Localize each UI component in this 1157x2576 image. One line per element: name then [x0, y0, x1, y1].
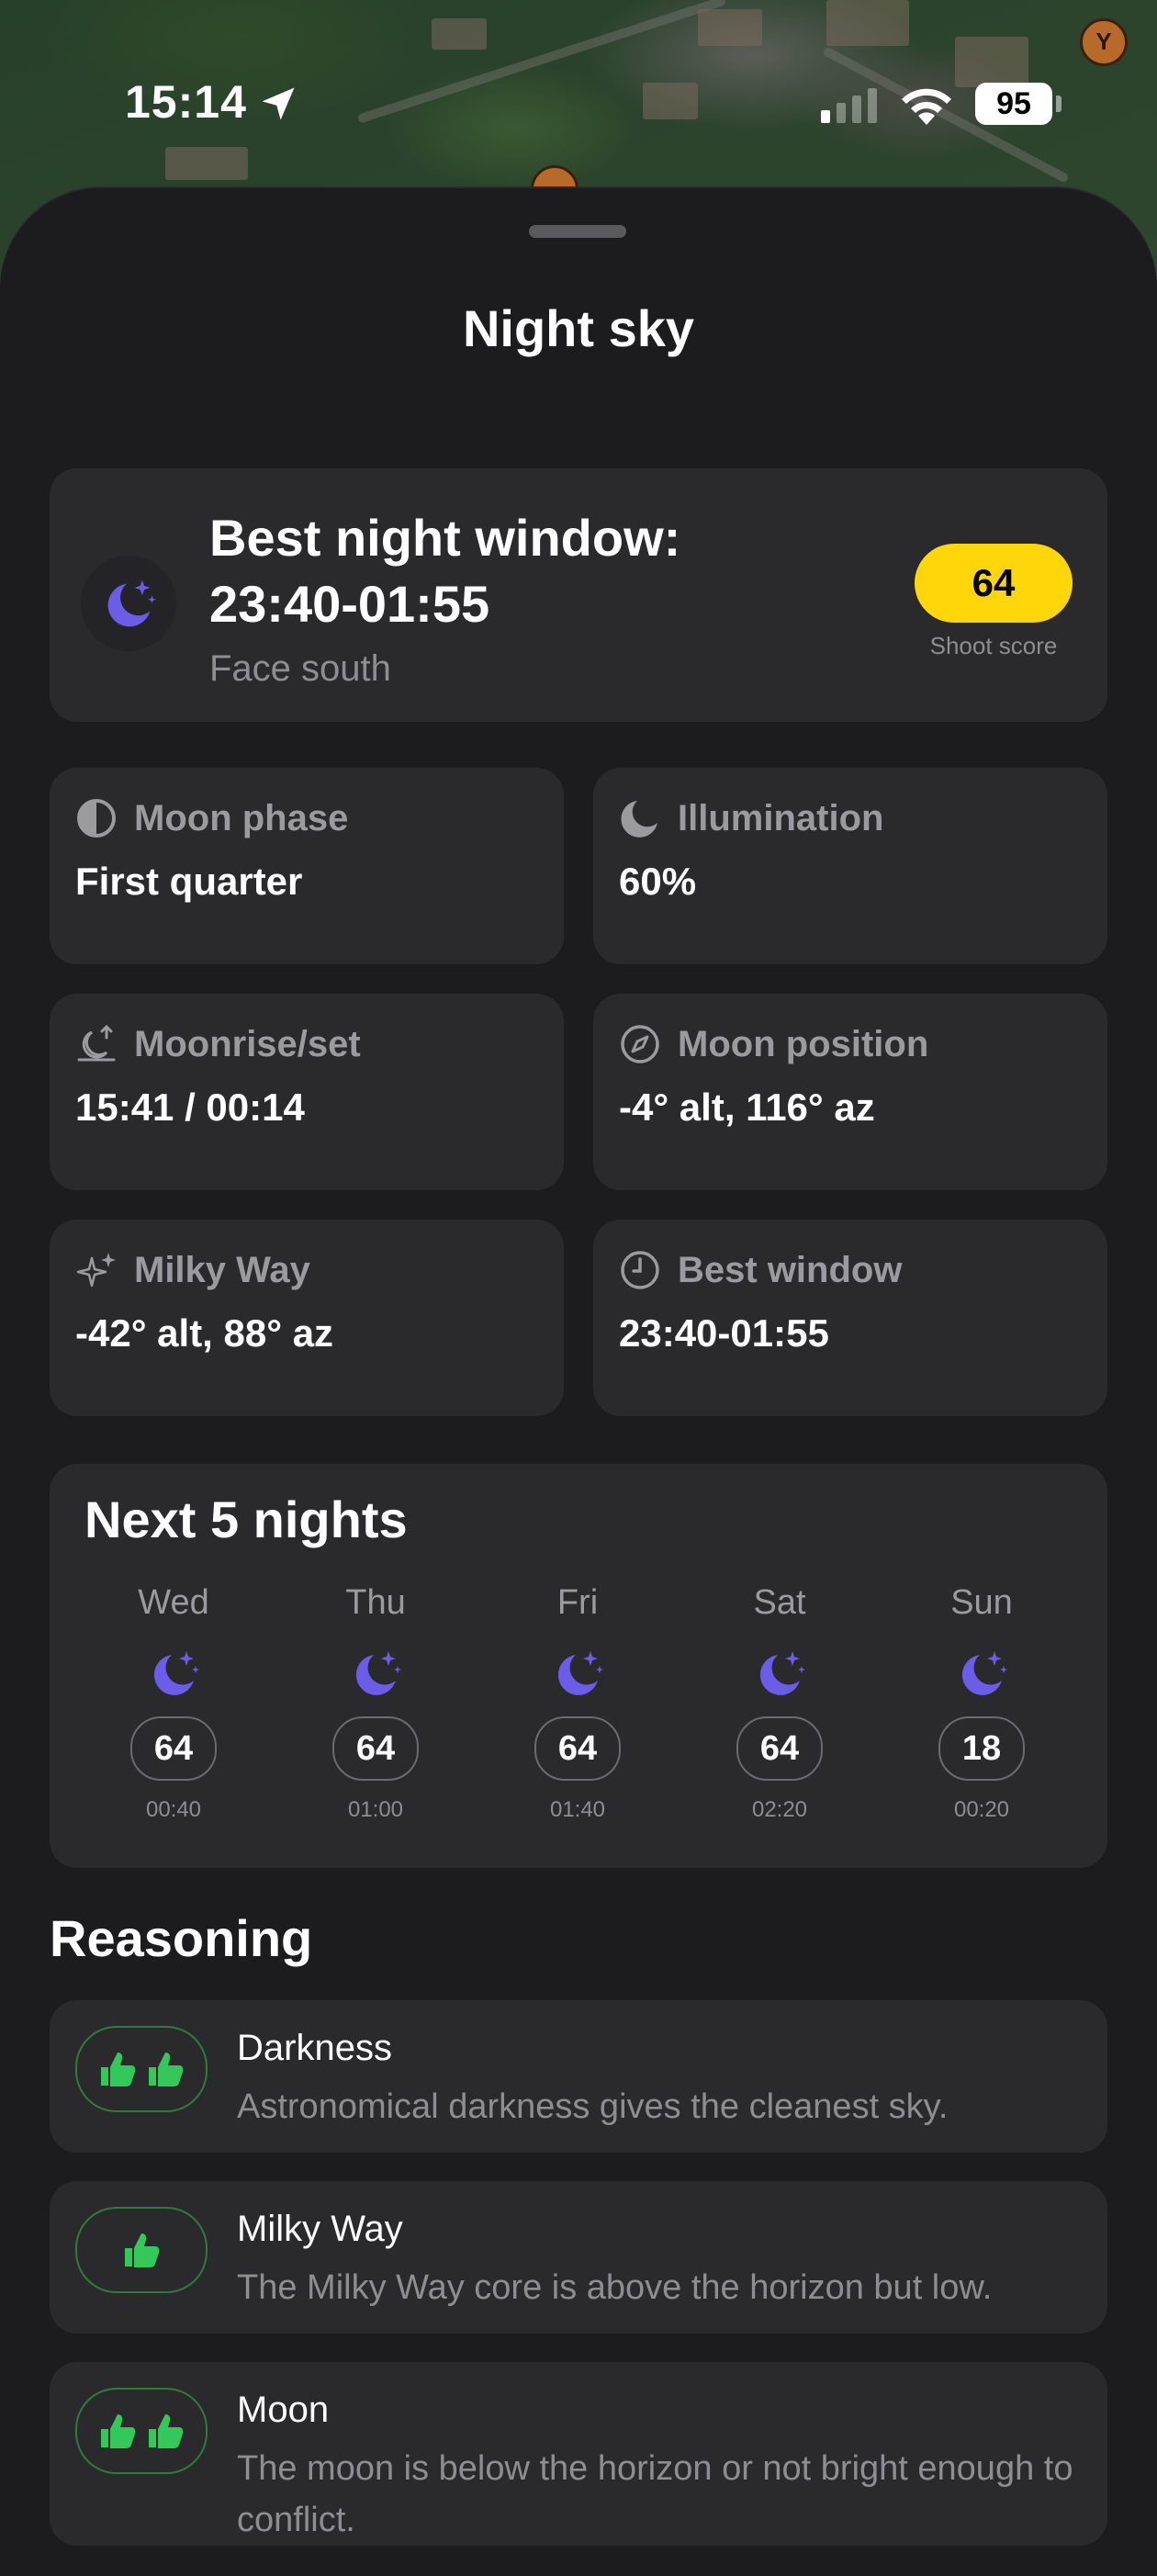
night-forecast-day[interactable]: Thu 64 01:00 — [307, 1583, 444, 1823]
moon-stars-icon — [355, 1651, 401, 1695]
stat-card-best-window[interactable]: Best window 23:40-01:55 — [593, 1220, 1107, 1416]
best-window-time: 23:40-01:55 — [209, 575, 490, 633]
stat-label: Best window — [678, 1249, 903, 1290]
stat-card-moon-phase[interactable]: Moon phase First quarter — [50, 768, 564, 964]
reasoning-item-darkness[interactable]: Darkness Astronomical darkness gives the… — [50, 2000, 1107, 2153]
day-best-time: 02:20 — [751, 1797, 808, 1822]
night-forecast-day[interactable]: Fri 64 01:40 — [509, 1583, 646, 1823]
stat-value: 60% — [619, 860, 697, 903]
day-score-badge: 64 — [534, 1716, 621, 1781]
stat-header: Moonrise/set — [75, 1021, 361, 1067]
best-window-card[interactable]: Best night window: 23:40-01:55 Face sout… — [50, 468, 1107, 722]
stat-header: Illumination — [619, 795, 883, 841]
best-window-title-line1: Best night window: — [209, 509, 681, 567]
stat-card-moonrise-set[interactable]: Moonrise/set 15:41 / 00:14 — [50, 994, 564, 1190]
day-score-badge: 18 — [938, 1716, 1025, 1781]
day-best-time: 01:00 — [347, 1797, 404, 1822]
next-nights-title: Next 5 nights — [84, 1490, 408, 1548]
day-score-badge: 64 — [130, 1716, 217, 1781]
day-score-badge: 64 — [332, 1716, 419, 1781]
best-window-direction: Face south — [209, 648, 391, 689]
thumbs-up-icon — [101, 2414, 136, 2448]
reasoning-item-description: The Milky Way core is above the horizon … — [237, 2268, 993, 2307]
stat-label: Moon position — [678, 1023, 929, 1064]
stat-value: First quarter — [75, 860, 303, 903]
thumbs-up-single-badge — [75, 2207, 208, 2293]
day-name: Sun — [950, 1583, 1013, 1622]
night-forecast-day[interactable]: Sat 64 02:20 — [711, 1583, 848, 1823]
stat-value: 15:41 / 00:14 — [75, 1086, 305, 1129]
day-best-time: 00:40 — [145, 1797, 202, 1822]
stat-header: Milky Way — [75, 1247, 310, 1293]
next-nights-card: Next 5 nights Wed 64 00:40 Thu 64 01:00 … — [50, 1464, 1107, 1868]
reasoning-item-description: Astronomical darkness gives the cleanest… — [237, 2087, 949, 2126]
status-time: 15:14 — [125, 76, 247, 128]
battery-indicator: 95 — [975, 83, 1052, 125]
thumbs-up-icon — [125, 2233, 160, 2267]
stat-card-milky-way[interactable]: Milky Way -42° alt, 88° az — [50, 1220, 564, 1416]
thumbs-up-icon — [149, 2053, 184, 2087]
stat-value: -4° alt, 116° az — [619, 1086, 875, 1129]
moon-stars-icon — [557, 1651, 603, 1695]
moon-stars-icon — [81, 556, 176, 651]
reasoning-item-title: Milky Way — [237, 2209, 403, 2249]
wifi-icon — [902, 88, 951, 125]
stat-card-moon-position[interactable]: Moon position -4° alt, 116° az — [593, 994, 1107, 1190]
day-score-badge: 64 — [736, 1716, 823, 1781]
stat-label: Illumination — [678, 797, 884, 838]
stat-header: Best window — [619, 1247, 902, 1293]
cellular-signal-icon — [821, 88, 877, 123]
location-arrow-icon — [262, 87, 295, 120]
stat-label: Moon phase — [134, 797, 349, 838]
stat-header: Moon phase — [75, 795, 348, 841]
moon-stars-icon — [153, 1651, 199, 1695]
day-name: Wed — [138, 1583, 209, 1622]
half-moon-icon — [77, 799, 116, 838]
stat-value: 23:40-01:55 — [619, 1311, 829, 1355]
reasoning-item-moon[interactable]: Moon The moon is below the horizon or no… — [50, 2362, 1107, 2546]
moonrise-icon — [77, 1024, 116, 1062]
crescent-moon-icon — [621, 801, 657, 838]
stat-value: -42° alt, 88° az — [75, 1311, 334, 1355]
clock-icon — [621, 1251, 659, 1289]
reasoning-item-title: Darkness — [237, 2028, 392, 2068]
day-name: Fri — [556, 1583, 599, 1622]
reasoning-item-milky-way[interactable]: Milky Way The Milky Way core is above th… — [50, 2181, 1107, 2334]
shoot-score-label: Shoot score — [929, 632, 1058, 659]
reasoning-item-description: The moon is below the horizon or not bri… — [237, 2449, 1073, 2539]
moon-stars-icon — [759, 1651, 805, 1695]
thumbs-up-icon — [149, 2414, 184, 2448]
night-forecast-day[interactable]: Wed 64 00:40 — [105, 1583, 242, 1823]
day-name: Sat — [753, 1583, 806, 1622]
day-best-time: 00:20 — [953, 1797, 1010, 1822]
sparkle-icon — [76, 1253, 116, 1288]
compass-icon — [621, 1025, 659, 1063]
day-best-time: 01:40 — [549, 1797, 606, 1822]
stat-label: Moonrise/set — [134, 1023, 361, 1064]
thumbs-up-double-badge — [75, 2388, 208, 2474]
sheet-grabber-handle[interactable] — [529, 225, 626, 238]
reasoning-heading: Reasoning — [50, 1909, 313, 1967]
best-window-title: Best night window: 23:40-01:55 — [209, 505, 680, 637]
shoot-score-badge: 64 — [915, 544, 1073, 623]
sheet-title: Night sky — [462, 299, 695, 357]
status-bar: 15:14 95 — [0, 0, 1157, 184]
moon-stars-icon — [961, 1651, 1007, 1695]
reasoning-item-title: Moon — [237, 2390, 330, 2430]
thumbs-up-icon — [101, 2053, 136, 2087]
stat-header: Moon position — [619, 1021, 928, 1067]
thumbs-up-double-badge — [75, 2026, 208, 2112]
battery-tip — [1056, 96, 1062, 112]
day-name: Thu — [345, 1583, 406, 1622]
night-forecast-day[interactable]: Sun 18 00:20 — [913, 1583, 1050, 1823]
stat-label: Milky Way — [134, 1249, 310, 1290]
stat-card-illumination[interactable]: Illumination 60% — [593, 768, 1107, 964]
